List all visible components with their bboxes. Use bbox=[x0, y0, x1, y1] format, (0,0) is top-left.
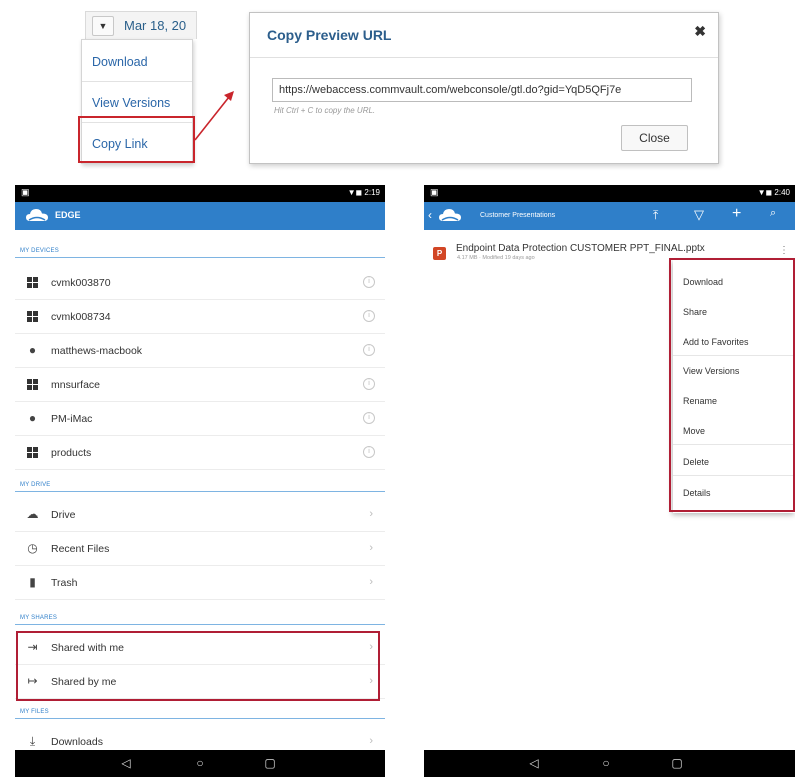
chevron-right-icon: › bbox=[369, 542, 373, 554]
file-row-header: ▼ Mar 18, 20 bbox=[85, 11, 197, 39]
device-name: cvmk008734 bbox=[51, 311, 111, 323]
notification-icon: ▣ bbox=[21, 187, 30, 197]
device-name: products bbox=[51, 447, 92, 459]
app-bar: ‹ Customer Presentations ⤒ ▽ + ⌕ bbox=[424, 202, 795, 230]
back-icon[interactable]: ◁ bbox=[526, 755, 542, 771]
search-icon[interactable]: ⌕ bbox=[770, 207, 776, 220]
filter-icon[interactable]: ▽ bbox=[694, 207, 704, 223]
list-item-device[interactable]: mnsurface i bbox=[15, 368, 385, 402]
android-nav-bar: ◁ ○ ▢ bbox=[15, 750, 385, 777]
close-button[interactable]: Close bbox=[621, 125, 688, 151]
chevron-right-icon: › bbox=[369, 508, 373, 520]
folder-title: Customer Presentations bbox=[480, 212, 556, 219]
android-nav-bar: ◁ ○ ▢ bbox=[424, 750, 795, 777]
section-header-shares: MY SHARES bbox=[15, 611, 385, 625]
back-arrow-icon[interactable]: ‹ bbox=[428, 208, 432, 222]
list-item-device[interactable]: ● PM-iMac i bbox=[15, 402, 385, 436]
cloud-logo-icon bbox=[26, 209, 48, 221]
list-item-drive[interactable]: ☁ Drive › bbox=[15, 498, 385, 532]
more-options-icon[interactable]: ⋮ bbox=[779, 245, 789, 256]
copy-link-highlight bbox=[78, 116, 195, 163]
home-icon[interactable]: ○ bbox=[192, 755, 208, 771]
back-icon[interactable]: ◁ bbox=[118, 755, 134, 771]
menu-divider bbox=[82, 81, 192, 82]
copy-preview-url-dialog: Copy Preview URL ✖ https://webaccess.com… bbox=[249, 12, 719, 164]
home-icon[interactable]: ○ bbox=[598, 755, 614, 771]
info-icon[interactable]: i bbox=[363, 344, 375, 356]
powerpoint-icon: P bbox=[433, 247, 446, 260]
dialog-title: Copy Preview URL bbox=[267, 27, 392, 43]
app-bar: EDGE bbox=[15, 202, 385, 230]
info-icon[interactable]: i bbox=[363, 378, 375, 390]
apple-icon: ● bbox=[28, 343, 37, 357]
drive-label: Drive bbox=[51, 509, 76, 521]
list-item-trash[interactable]: ▮ Trash › bbox=[15, 566, 385, 600]
upload-icon[interactable]: ⤒ bbox=[653, 208, 658, 223]
download-icon: ⤓ bbox=[29, 734, 36, 748]
copy-hint: Hit Ctrl + C to copy the URL. bbox=[274, 106, 376, 115]
file-name: Endpoint Data Protection CUSTOMER PPT_FI… bbox=[456, 243, 705, 254]
device-name: mnsurface bbox=[51, 379, 101, 391]
shares-highlight bbox=[16, 631, 380, 701]
list-item-device[interactable]: cvmk008734 i bbox=[15, 300, 385, 334]
cloud-logo-icon bbox=[439, 209, 461, 221]
list-item-recent-files[interactable]: ◷ Recent Files › bbox=[15, 532, 385, 566]
device-name: PM-iMac bbox=[51, 413, 93, 425]
add-icon[interactable]: + bbox=[732, 205, 741, 223]
info-icon[interactable]: i bbox=[363, 412, 375, 424]
recents-icon[interactable]: ▢ bbox=[669, 755, 685, 771]
windows-icon bbox=[26, 378, 39, 391]
info-icon[interactable]: i bbox=[363, 446, 375, 458]
chevron-right-icon: › bbox=[369, 735, 373, 747]
section-header-drive: MY DRIVE bbox=[15, 478, 385, 492]
windows-icon bbox=[26, 310, 39, 323]
notification-icon: ▣ bbox=[430, 187, 439, 197]
status-time: ▼◼ 2:19 bbox=[347, 188, 380, 197]
menu-item-download[interactable]: Download bbox=[92, 55, 148, 69]
modified-date: Mar 18, 20 bbox=[124, 18, 187, 33]
status-bar: ▣ ▼◼ 2:40 bbox=[424, 185, 795, 202]
clock-icon: ◷ bbox=[27, 541, 38, 555]
windows-icon bbox=[26, 276, 39, 289]
left-phone-screen: ▣ ▼◼ 2:19 EDGE MY DEVICES cvmk003870 i c… bbox=[15, 185, 385, 777]
trash-label: Trash bbox=[51, 577, 78, 589]
status-bar: ▣ ▼◼ 2:19 bbox=[15, 185, 385, 202]
dialog-divider bbox=[250, 57, 718, 58]
section-header-files: MY FILES bbox=[15, 705, 385, 719]
dropdown-toggle-button[interactable]: ▼ bbox=[92, 16, 114, 36]
file-meta: 4.17 MB · Modified 19 days ago bbox=[457, 255, 535, 261]
trash-icon: ▮ bbox=[29, 575, 36, 589]
context-menu-highlight bbox=[669, 258, 795, 512]
apple-icon: ● bbox=[28, 411, 37, 425]
list-item-device[interactable]: cvmk003870 i bbox=[15, 266, 385, 300]
chevron-right-icon: › bbox=[369, 576, 373, 588]
status-time: ▼◼ 2:40 bbox=[757, 188, 790, 197]
downloads-label: Downloads bbox=[51, 736, 103, 748]
app-title: EDGE bbox=[55, 210, 81, 220]
list-item-device[interactable]: products i bbox=[15, 436, 385, 470]
windows-icon bbox=[26, 446, 39, 459]
device-name: cvmk003870 bbox=[51, 277, 111, 289]
info-icon[interactable]: i bbox=[363, 310, 375, 322]
cloud-icon: ☁ bbox=[26, 507, 39, 521]
preview-url-field[interactable]: https://webaccess.commvault.com/webconso… bbox=[272, 78, 692, 102]
info-icon[interactable]: i bbox=[363, 276, 375, 288]
device-name: matthews-macbook bbox=[51, 345, 143, 357]
recents-icon[interactable]: ▢ bbox=[262, 755, 278, 771]
section-header-devices: MY DEVICES bbox=[15, 244, 385, 258]
list-item-device[interactable]: ● matthews-macbook i bbox=[15, 334, 385, 368]
close-icon[interactable]: ✖ bbox=[694, 23, 706, 40]
menu-item-view-versions[interactable]: View Versions bbox=[92, 96, 170, 110]
recent-files-label: Recent Files bbox=[51, 543, 110, 555]
